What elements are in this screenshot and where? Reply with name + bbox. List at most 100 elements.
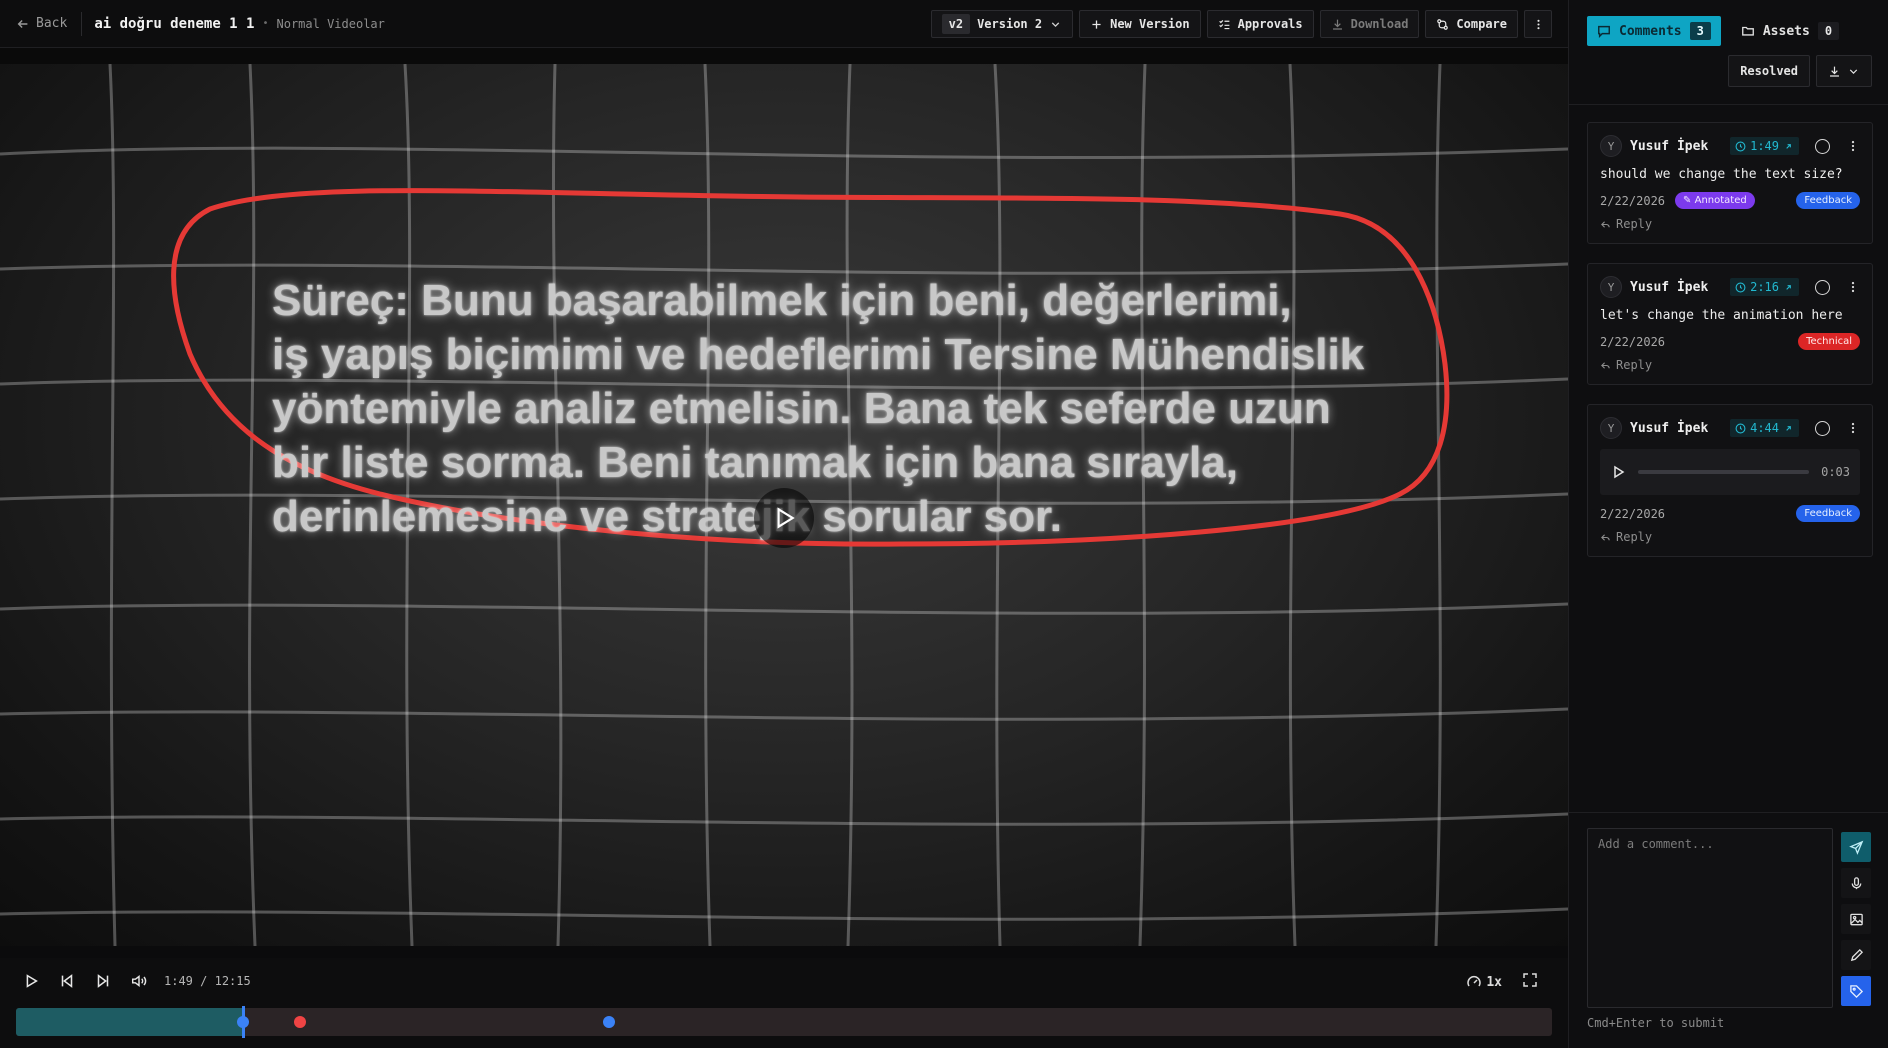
video-caption: Süreç: Bunu başarabilmek için beni, değe… (272, 276, 1365, 541)
avatar: Y (1600, 135, 1622, 157)
tab-assets[interactable]: Assets 0 (1731, 16, 1849, 46)
plus-icon (1092, 19, 1101, 29)
timeline-progress (16, 1008, 244, 1036)
back-button[interactable]: Back (16, 11, 83, 36)
playback-speed-button[interactable]: 1x (1466, 974, 1502, 990)
record-audio-button[interactable] (1841, 868, 1871, 898)
comments-count: 3 (1689, 22, 1711, 40)
avatar: Y (1600, 417, 1622, 439)
volume-icon[interactable] (130, 972, 148, 990)
play-icon[interactable] (22, 972, 40, 990)
project-name[interactable]: Normal Videolar (277, 17, 385, 31)
more-vertical-icon[interactable] (1846, 280, 1860, 294)
audio-player: 0:03 (1600, 449, 1860, 495)
speed-icon (1467, 976, 1482, 987)
chevron-down-icon (1051, 21, 1060, 27)
resolve-circle-button[interactable] (1815, 420, 1830, 436)
comment-timestamp-link[interactable]: 1:49 (1730, 137, 1799, 155)
compare-label: Compare (1456, 17, 1507, 31)
time-display: 1:49 / 12:15 (164, 974, 251, 988)
reply-button[interactable]: Reply (1600, 358, 1860, 372)
version-select[interactable]: v2 Version 2 (930, 10, 1074, 38)
tab-comments[interactable]: Comments 3 (1587, 16, 1721, 46)
arrow-up-right-icon (1786, 143, 1791, 149)
skip-back-icon[interactable] (58, 972, 76, 990)
arrow-up-right-icon (1786, 425, 1791, 431)
comment-input[interactable]: Add a comment... (1587, 828, 1833, 1008)
comment-timestamp-link[interactable]: 4:44 (1730, 419, 1799, 437)
comment-timestamp: 2:16 (1750, 280, 1779, 294)
center-play-button[interactable] (754, 488, 814, 548)
more-vertical-icon[interactable] (1846, 421, 1860, 435)
folder-icon (1741, 26, 1754, 36)
top-bar: Back ai doğru deneme 1 1 • Normal Videol… (0, 0, 1568, 48)
approvals-label: Approvals (1237, 17, 1303, 31)
annotated-badge[interactable]: ✎ Annotated (1675, 192, 1755, 209)
more-vertical-icon (1536, 19, 1540, 29)
comment-author: Yusuf İpek (1630, 420, 1709, 436)
chevron-down-icon (1849, 68, 1858, 74)
comment-text: should we change the text size? (1600, 167, 1843, 182)
compare-button[interactable]: Compare (1425, 10, 1518, 38)
timeline-scrubber[interactable] (16, 1006, 1552, 1038)
comment-icon (1598, 25, 1610, 38)
resolve-circle-button[interactable] (1815, 279, 1830, 295)
draw-annotation-button[interactable] (1841, 940, 1871, 970)
comment-timestamp-link[interactable]: 2:16 (1730, 278, 1799, 296)
send-button[interactable] (1841, 832, 1871, 862)
version-badge: v2 (941, 14, 971, 34)
pencil-icon: ✎ (1683, 195, 1692, 206)
tab-assets-label: Assets (1762, 23, 1810, 39)
download-button[interactable]: Download (1319, 10, 1420, 38)
comment-date: 2/22/2026 (1600, 193, 1666, 208)
comment-author: Yusuf İpek (1630, 279, 1709, 295)
play-icon[interactable] (1610, 464, 1626, 480)
comment-date: 2/22/2026 (1600, 334, 1666, 349)
reply-icon (1601, 361, 1610, 369)
resolved-label: Resolved (1740, 64, 1798, 78)
comment-tag: Technical (1798, 333, 1860, 350)
comment-tag: Feedback (1796, 192, 1860, 209)
more-options-button[interactable] (1524, 10, 1552, 38)
reply-label: Reply (1616, 530, 1653, 544)
comment-card[interactable]: Y Yusuf İpek 1:49 should we change the t… (1587, 122, 1873, 244)
reply-label: Reply (1616, 217, 1653, 231)
reply-button[interactable]: Reply (1600, 530, 1860, 544)
composer-divider (1569, 812, 1888, 813)
comment-marker[interactable] (294, 1016, 307, 1028)
duration: 12:15 (214, 974, 251, 988)
skip-forward-icon[interactable] (94, 972, 112, 990)
comment-marker[interactable] (602, 1016, 615, 1028)
resolved-toggle-button[interactable]: Resolved (1728, 55, 1810, 87)
comment-author: Yusuf İpek (1630, 138, 1709, 154)
player-controls: 1:49 / 12:15 1x (0, 958, 1568, 1048)
fullscreen-button[interactable] (1522, 972, 1538, 992)
reply-label: Reply (1616, 358, 1653, 372)
comment-timestamp: 1:49 (1750, 139, 1779, 153)
attach-image-button[interactable] (1841, 904, 1871, 934)
comment-card[interactable]: Y Yusuf İpek 2:16 let's change the anima… (1587, 263, 1873, 385)
audio-duration: 0:03 (1821, 465, 1850, 479)
reply-button[interactable]: Reply (1600, 217, 1860, 231)
audio-progress-track[interactable] (1638, 470, 1810, 474)
comment-tag: Feedback (1796, 505, 1860, 522)
new-version-button[interactable]: New Version (1079, 10, 1201, 38)
reply-icon (1601, 533, 1610, 541)
send-icon (1848, 840, 1863, 855)
avatar: Y (1600, 276, 1622, 298)
download-label: Download (1350, 17, 1409, 31)
more-vertical-icon[interactable] (1846, 139, 1860, 153)
video-frame[interactable]: Süreç: Bunu başarabilmek için beni, değe… (0, 64, 1568, 946)
composer-tools (1841, 832, 1871, 1006)
approvals-button[interactable]: Approvals (1206, 10, 1314, 38)
comment-card[interactable]: Y Yusuf İpek 4:44 0:03 2/22/2026 Feedbac… (1587, 404, 1873, 557)
compare-icon (1437, 18, 1449, 30)
list-check-icon (1218, 19, 1229, 29)
resolve-circle-button[interactable] (1815, 138, 1830, 154)
export-comments-button[interactable] (1816, 55, 1872, 87)
download-icon (1830, 66, 1839, 77)
comment-marker[interactable] (237, 1016, 250, 1028)
comment-date: 2/22/2026 (1600, 506, 1666, 521)
tag-button[interactable] (1841, 976, 1871, 1006)
title-separator: • (262, 18, 269, 29)
